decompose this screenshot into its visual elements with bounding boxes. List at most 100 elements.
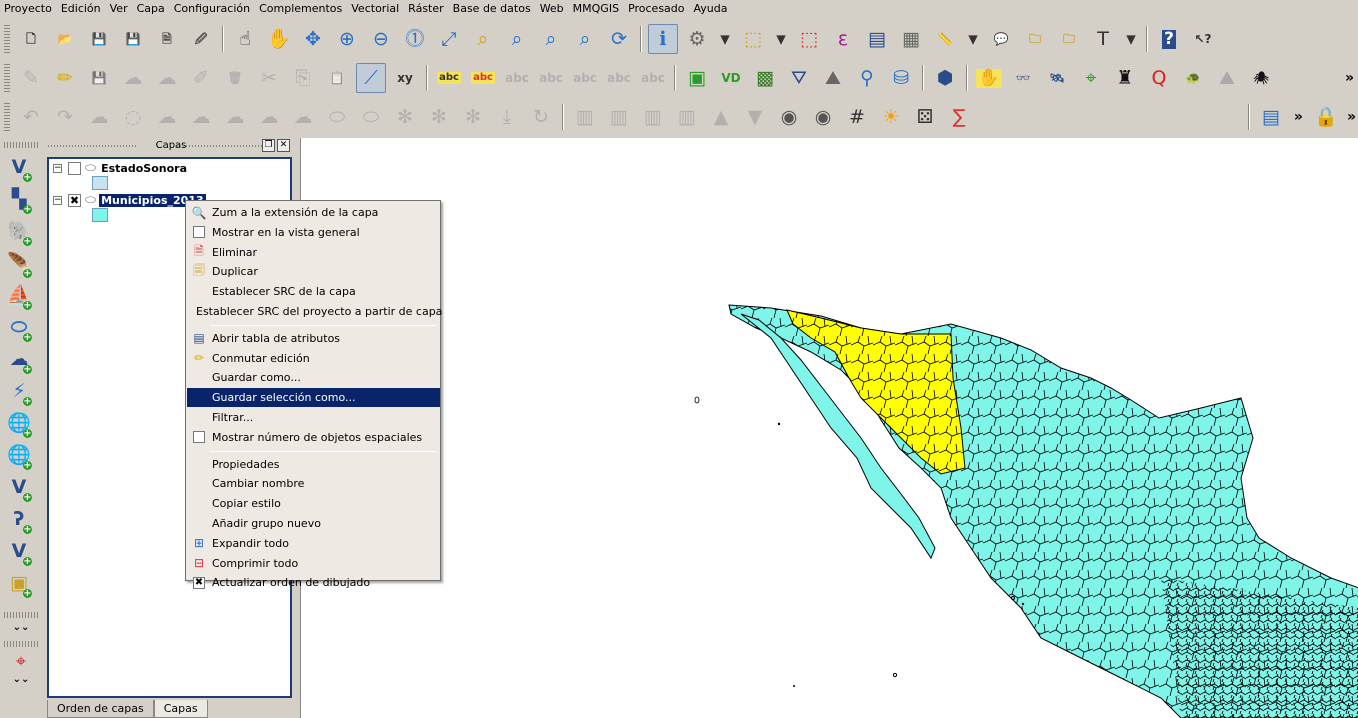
pin-labels-button[interactable]: abc (502, 63, 532, 93)
layer-node-estadosonora[interactable]: − ⬭ EstadoSonora (53, 160, 189, 176)
xy-tool-button[interactable]: xy (390, 63, 420, 93)
menu-ayuda[interactable]: Ayuda (690, 0, 733, 18)
add-wfs-layer-button[interactable]: 🌐 + (4, 440, 34, 471)
move-feature-button[interactable]: ☁ (152, 63, 182, 93)
heatmap-button[interactable]: ◉ (774, 102, 804, 132)
add-spatialite-layer-button[interactable]: 🪶 + (4, 248, 34, 279)
refresh-button[interactable]: ⟳ (604, 24, 634, 54)
toolbar-expand-button[interactable]: ⌄⌄ (0, 622, 42, 633)
zoom-next-button[interactable]: ⌕ (570, 24, 600, 54)
merge-attributes-button[interactable]: ✻ (458, 102, 488, 132)
whats-this-button[interactable]: ↖? (1188, 24, 1218, 54)
context-menu-item-expandir-todo[interactable]: ⊞ Expandir todo (187, 534, 440, 553)
toolbar-overflow-button[interactable]: » (1294, 109, 1303, 125)
toolbar-grip[interactable] (4, 64, 10, 92)
context-menu-item-guardar-selección-como[interactable]: Guardar selección como... (187, 388, 440, 408)
measure-button[interactable]: 📏 (930, 24, 960, 54)
add-raster-layer-button[interactable]: ▚ + (4, 184, 34, 215)
add-part-button[interactable]: ☁ (152, 102, 182, 132)
pan-to-selection-button[interactable]: ✥ (298, 24, 328, 54)
attribute-table-button[interactable]: ▤ (862, 24, 892, 54)
delete-part-button[interactable]: ☁ (254, 102, 284, 132)
satellite-button[interactable]: 🛰 (1042, 63, 1072, 93)
toolbar-overflow-button[interactable]: » (1347, 109, 1356, 125)
zoom-in-button[interactable]: ⊕ (332, 24, 362, 54)
map-tips-button[interactable]: 💬 (986, 24, 1016, 54)
delete-selected-button[interactable]: 🗑 (220, 63, 250, 93)
terrain-button[interactable]: ⛰ (818, 63, 848, 93)
context-menu-item-establecer-src-de-la-capa[interactable]: Establecer SRC de la capa (187, 282, 440, 301)
grass-tools-button[interactable]: ▣ (682, 63, 712, 93)
measure-line-button[interactable]: ⟋ (356, 63, 386, 93)
context-menu-item-conmutar-edición[interactable]: ✏ Conmutar edición (187, 349, 440, 368)
align-left-button[interactable]: ▥ (570, 102, 600, 132)
interpolation-button[interactable]: ⛛ (784, 63, 814, 93)
sun-button[interactable]: ☀ (876, 102, 906, 132)
composer-manager-button[interactable]: 🖉 (186, 24, 216, 54)
raise-button[interactable]: ▲ (706, 102, 736, 132)
node-tool-button[interactable]: ✐ (186, 63, 216, 93)
offset-curve-button[interactable]: ⬭ (322, 102, 352, 132)
panel-float-button[interactable]: ❐ (262, 139, 275, 152)
layer-name[interactable]: EstadoSonora (99, 162, 189, 175)
panel-close-button[interactable]: ✕ (277, 139, 290, 152)
add-virtual-layer-button[interactable]: ʔ + (4, 504, 34, 535)
menu-procesado[interactable]: Procesado (624, 0, 689, 18)
menu-ver[interactable]: Ver (106, 0, 133, 18)
spider-button[interactable]: 🕷 (1246, 63, 1276, 93)
context-menu-item-mostrar-en-la-vista-general[interactable]: Mostrar en la vista general (187, 223, 440, 242)
cut-features-button[interactable]: ✂ (254, 63, 284, 93)
digitize-button[interactable]: ✋ (974, 63, 1004, 93)
open-project-button[interactable]: 📂 (50, 24, 80, 54)
add-delimited-text-button[interactable]: V + (4, 472, 34, 503)
add-ring-button[interactable]: ◌ (118, 102, 148, 132)
statistics-button[interactable]: ∑ (944, 102, 974, 132)
osm-button[interactable]: ⬢ (930, 63, 960, 93)
select-by-expression-button[interactable]: ε (828, 24, 858, 54)
paste-features-button[interactable]: 📋 (322, 63, 352, 93)
move-label-button[interactable]: abc (570, 63, 600, 93)
dice-button[interactable]: ⚄ (910, 102, 940, 132)
zoom-last-button[interactable]: ⌕ (536, 24, 566, 54)
mountain-button[interactable]: ⛰ (1212, 63, 1242, 93)
raster-calc-button[interactable]: ▩ (750, 63, 780, 93)
db-manager-button[interactable]: ⛁ (886, 63, 916, 93)
context-menu-item-establecer-src-del-proyecto-a-partir-de-capa[interactable]: Establecer SRC del proyecto a partir de … (187, 302, 442, 321)
change-label-button[interactable]: abc (638, 63, 668, 93)
rotate-feature-button[interactable]: ↻ (526, 102, 556, 132)
lower-button[interactable]: ▼ (740, 102, 770, 132)
menu-ráster[interactable]: Ráster (404, 0, 448, 18)
zoom-full-button[interactable]: ⤢ (434, 24, 464, 54)
georeferencer-button[interactable]: ⚲ (852, 63, 882, 93)
menu-capa[interactable]: Capa (133, 0, 170, 18)
help-contents-button[interactable]: ? (1154, 24, 1184, 54)
context-menu-item-mostrar-número-de-objetos-espaciales[interactable]: Mostrar número de objetos espaciales (187, 428, 440, 447)
new-gpx-layer-button[interactable]: ▣ + (4, 568, 34, 599)
split-parts-button[interactable]: ✻ (390, 102, 420, 132)
annotation-dropdown-button[interactable]: ▾ (1122, 24, 1140, 54)
fill-ring-button[interactable]: ☁ (186, 102, 216, 132)
add-feature-button[interactable]: ☁ (118, 63, 148, 93)
measure-dropdown-button[interactable]: ▾ (964, 24, 982, 54)
add-mssql-layer-button[interactable]: ⛵ + (4, 280, 34, 311)
tab-layer-order[interactable]: Orden de capas (47, 700, 154, 718)
align-center-button[interactable]: ▥ (604, 102, 634, 132)
touch-zoom-button[interactable]: ☝ (230, 24, 260, 54)
toolbar-grip[interactable] (4, 641, 38, 647)
plugin-manager-button[interactable]: ▤ (1256, 102, 1286, 132)
context-menu-item-zum-a-la-extensión-de-la-capa[interactable]: 🔍 Zum a la extensión de la capa (187, 203, 440, 222)
reshape-button[interactable]: ☁ (288, 102, 318, 132)
turtle-button[interactable]: 🐢 (1178, 63, 1208, 93)
distribute-button[interactable]: ▥ (672, 102, 702, 132)
simplify-button[interactable]: ☁ (84, 102, 114, 132)
add-vector-layer-button[interactable]: V + (4, 152, 34, 183)
context-menu-item-copiar-estilo[interactable]: Copiar estilo (187, 494, 440, 513)
redo-button[interactable]: ↷ (50, 102, 80, 132)
toolbar-grip[interactable] (4, 142, 38, 148)
zoom-to-layer-button[interactable]: ⌕ (502, 24, 532, 54)
toggle-editing-button[interactable]: ✏ (50, 63, 80, 93)
menu-edición[interactable]: Edición (57, 0, 106, 18)
context-menu-item-propiedades[interactable]: Propiedades (187, 455, 440, 474)
run-action-button[interactable]: ⚙ (682, 24, 712, 54)
coordinate-capture-button[interactable]: ◉ (808, 102, 838, 132)
